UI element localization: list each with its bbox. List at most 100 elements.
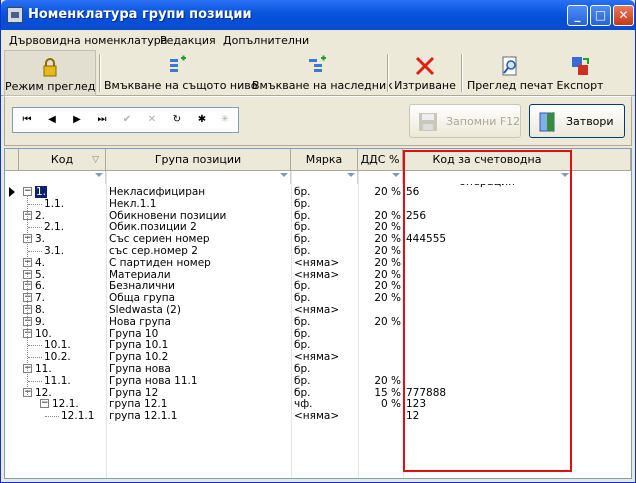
cell-code[interactable]: 12.1. <box>52 398 79 410</box>
cell-vat[interactable] <box>360 328 401 340</box>
next-record-button[interactable]: ▶ <box>65 109 89 131</box>
cell-vat[interactable] <box>360 351 401 363</box>
refresh-button[interactable]: ↻ <box>165 109 189 131</box>
prior-record-button[interactable]: ◀ <box>40 109 64 131</box>
cell-unit[interactable]: <няма> <box>294 269 356 281</box>
cell-group[interactable]: Обикновени позиции <box>109 210 289 222</box>
cell-vat[interactable]: 20 % <box>360 245 401 257</box>
nomenclature-tree-grid[interactable]: Код ▽ Група позиции Мярка ДДС % Код за сч… <box>4 148 632 479</box>
cell-unit[interactable]: чф. <box>294 398 356 410</box>
cell-code[interactable]: 9. <box>35 316 45 328</box>
cell-code[interactable]: 2. <box>35 210 45 222</box>
column-header-group[interactable]: Група позиции <box>106 149 291 171</box>
cell-group[interactable]: Обик.позиции 2 <box>109 221 289 233</box>
export-button[interactable]: Експорт <box>554 50 606 96</box>
cell-unit[interactable]: бр. <box>294 210 356 222</box>
cell-vat[interactable]: 20 % <box>360 292 401 304</box>
cell-unit[interactable]: бр. <box>294 375 356 387</box>
menu-edit[interactable]: Редакция <box>160 34 216 47</box>
tree-collapse-icon[interactable]: − <box>23 187 32 196</box>
cell-vat[interactable]: 20 % <box>360 210 401 222</box>
cell-group[interactable]: Със сериен номер <box>109 233 289 245</box>
cell-group[interactable]: С партиден номер <box>109 257 289 269</box>
cell-unit[interactable]: бр. <box>294 186 356 198</box>
cell-code[interactable]: 5. <box>35 269 45 281</box>
filter-unit[interactable] <box>291 171 358 184</box>
last-record-button[interactable]: ⏭ <box>90 109 114 131</box>
cell-unit[interactable]: бр. <box>294 280 356 292</box>
cancel-edit-button[interactable]: ✕ <box>140 109 164 131</box>
first-record-button[interactable]: ⏮ <box>15 109 39 131</box>
minimize-button[interactable]: _ <box>567 5 588 26</box>
cell-code[interactable]: 12. <box>35 387 52 399</box>
cell-code[interactable]: 11.1. <box>44 375 71 387</box>
cell-group[interactable]: Некл.1.1 <box>109 198 289 210</box>
view-mode-button[interactable]: Режим преглед <box>4 50 96 96</box>
cell-unit[interactable]: бр. <box>294 245 356 257</box>
cell-vat[interactable] <box>360 304 401 316</box>
close-button[interactable]: Затвори <box>529 104 625 138</box>
cell-vat[interactable]: 20 % <box>360 233 401 245</box>
column-header-vat[interactable]: ДДС % <box>358 149 403 171</box>
cell-group[interactable]: Нова група <box>109 316 289 328</box>
save-button[interactable]: Запомни F12 <box>409 104 521 138</box>
cell-vat[interactable]: 20 % <box>360 269 401 281</box>
cell-vat[interactable] <box>360 198 401 210</box>
cell-group[interactable]: Група 10.1 <box>109 339 289 351</box>
cell-vat[interactable]: 0 % <box>360 398 401 410</box>
menu-tree-nomenclature[interactable]: Дървовидна номенклатура <box>9 34 167 47</box>
cell-unit[interactable]: бр. <box>294 233 356 245</box>
cell-group[interactable]: Материали <box>109 269 289 281</box>
cell-group[interactable]: Sledwasta (2) <box>109 304 289 316</box>
cell-code[interactable]: 1.1. <box>44 198 64 210</box>
cell-vat[interactable]: 20 % <box>360 280 401 292</box>
column-header-code[interactable]: Код ▽ <box>19 149 106 171</box>
cell-unit[interactable]: бр. <box>294 339 356 351</box>
cell-group[interactable]: Обща група <box>109 292 289 304</box>
goto-bookmark-button[interactable]: ✳ <box>213 109 237 131</box>
cell-group[interactable]: Група 10.2 <box>109 351 289 363</box>
print-preview-button[interactable]: Преглед печат <box>467 50 553 96</box>
bookmark-button[interactable]: ✱ <box>190 109 214 131</box>
cell-unit[interactable]: <няма> <box>294 257 356 269</box>
cell-group[interactable]: група 12.1.1 <box>109 410 289 422</box>
cell-unit[interactable]: <няма> <box>294 410 356 422</box>
cell-unit[interactable]: бр. <box>294 328 356 340</box>
cell-group[interactable]: Група 10 <box>109 328 289 340</box>
cell-group[interactable]: със сер.номер 2 <box>109 245 289 257</box>
cell-vat[interactable] <box>360 339 401 351</box>
cell-code[interactable]: 10.1. <box>44 339 71 351</box>
post-button[interactable]: ✔ <box>115 109 139 131</box>
insert-child-button[interactable]: Вмъкване на наследник <box>252 50 393 96</box>
cell-code[interactable]: 7. <box>35 292 45 304</box>
menu-additional[interactable]: Допълнителни <box>223 34 309 47</box>
filter-vat[interactable] <box>358 171 403 184</box>
cell-unit[interactable]: бр. <box>294 221 356 233</box>
cell-unit[interactable]: бр. <box>294 316 356 328</box>
cell-vat[interactable]: 20 % <box>360 221 401 233</box>
cell-group[interactable]: група 12.1 <box>109 398 289 410</box>
cell-code[interactable]: 3.1. <box>44 245 64 257</box>
filter-group[interactable] <box>106 171 291 184</box>
cell-group[interactable]: Безналични <box>109 280 289 292</box>
cell-vat[interactable]: 20 % <box>360 316 401 328</box>
maximize-button[interactable]: □ <box>590 5 611 26</box>
cell-code[interactable]: 2.1. <box>44 221 64 233</box>
cell-code[interactable]: 1. <box>35 186 48 198</box>
cell-group[interactable]: Некласифициран <box>109 186 289 198</box>
cell-vat[interactable]: 15 % <box>360 387 401 399</box>
delete-button[interactable]: Изтриване <box>393 50 457 96</box>
cell-unit[interactable]: бр. <box>294 198 356 210</box>
title-bar[interactable]: Номенклатура групи позиции _ □ ✕ <box>1 0 635 30</box>
close-window-button[interactable]: ✕ <box>613 5 634 26</box>
cell-vat[interactable]: 20 % <box>360 257 401 269</box>
insert-same-level-button[interactable]: Вмъкване на същото ниво <box>104 50 257 96</box>
cell-code[interactable]: 3. <box>35 233 45 245</box>
cell-unit[interactable]: <няма> <box>294 351 356 363</box>
filter-code[interactable] <box>19 171 106 184</box>
cell-vat[interactable]: 20 % <box>360 186 401 198</box>
cell-code[interactable]: 10. <box>35 328 52 340</box>
cell-vat[interactable] <box>360 363 401 375</box>
cell-group[interactable]: Група нова <box>109 363 289 375</box>
cell-vat[interactable]: 20 % <box>360 375 401 387</box>
